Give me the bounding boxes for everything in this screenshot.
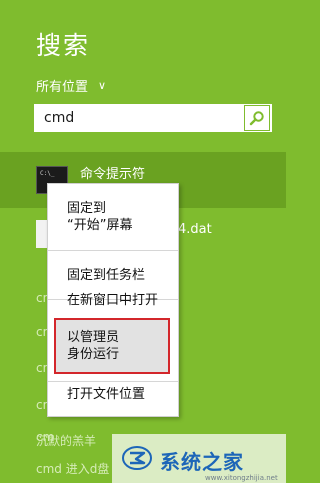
xitongzhijia-logo-icon: [122, 446, 152, 470]
menu-item-label: “开始”屏幕: [67, 218, 133, 233]
list-item[interactable]: 沉默的羔羊: [36, 432, 96, 449]
search-box: [34, 104, 272, 132]
menu-divider: [48, 250, 178, 251]
list-item[interactable]: cmd 进入d盘: [36, 460, 109, 477]
search-input[interactable]: [34, 104, 244, 132]
menu-item-open-file-location[interactable]: 打开文件位置: [67, 386, 145, 403]
menu-item-open-new-window[interactable]: 在新窗口中打开: [67, 292, 158, 309]
result-label: 命令提示符: [80, 167, 146, 182]
chevron-down-icon: ∨: [98, 79, 107, 92]
watermark-text: 系统之家: [160, 450, 244, 474]
menu-item-label: 固定到: [67, 201, 107, 216]
menu-item-run-as-admin[interactable]: 以管理员 身份运行: [67, 329, 119, 363]
menu-divider: [48, 381, 178, 382]
context-menu: 固定到 “开始”屏幕 固定到任务栏 在新窗口中打开 以管理员 身份运行 打开文件…: [47, 183, 179, 417]
search-icon: [249, 111, 264, 126]
menu-item-pin-to-start[interactable]: 固定到 “开始”屏幕: [67, 200, 132, 234]
menu-item-label: 以管理员: [67, 330, 120, 345]
search-scope-label: 所有位置: [36, 80, 89, 95]
watermark-url: www.xitongzhijia.net: [205, 474, 278, 482]
menu-item-pin-to-taskbar[interactable]: 固定到任务栏: [67, 267, 145, 284]
page-title: 搜索: [36, 31, 91, 60]
search-button[interactable]: [244, 105, 270, 131]
result-label[interactable]: 4.dat: [178, 222, 212, 237]
menu-item-label: 身份运行: [67, 347, 120, 362]
search-scope-dropdown[interactable]: 所有位置 ∨: [36, 76, 106, 95]
